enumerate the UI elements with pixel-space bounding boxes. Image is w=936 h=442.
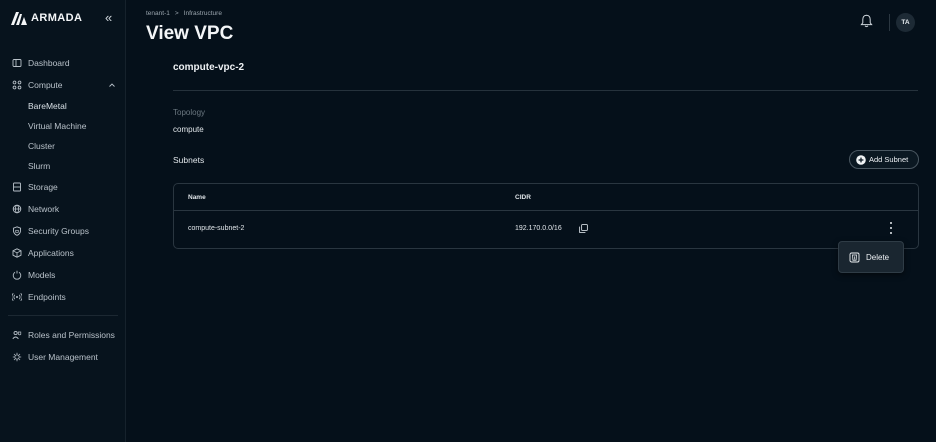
model-icon (12, 270, 22, 280)
sidebar-item-dashboard[interactable]: Dashboard (0, 52, 126, 74)
row-actions-kebab-icon[interactable] (887, 221, 895, 235)
roles-icon (12, 330, 22, 340)
sidebar-item-label: Storage (28, 182, 58, 192)
page-title: View VPC (146, 23, 234, 44)
shield-icon (12, 226, 22, 236)
cube-icon (12, 248, 22, 258)
row-actions-menu: Delete (838, 241, 904, 273)
sidebar-subitem-baremetal[interactable]: BareMetal (0, 96, 126, 116)
column-header-name[interactable]: Name (188, 194, 206, 201)
subnet-name-cell: compute-subnet-2 (188, 225, 245, 232)
sidebar-item-endpoints[interactable]: Endpoints (0, 286, 126, 308)
sidebar-subitem-cluster[interactable]: Cluster (0, 136, 126, 156)
bell-icon[interactable] (860, 14, 873, 28)
brand-name: ARMADA (31, 12, 83, 24)
dashboard-icon (12, 58, 22, 68)
breadcrumb-item-tenant[interactable]: tenant-1 (146, 10, 170, 17)
menu-item-label: Delete (866, 252, 890, 262)
sidebar-subitem-slurm[interactable]: Slurm (0, 156, 126, 176)
sidebar-item-roles-and-permissions[interactable]: Roles and Permissions (0, 324, 126, 346)
vpc-name: compute-vpc-2 (173, 62, 245, 73)
sidebar-item-label: Dashboard (28, 58, 70, 68)
breadcrumb-separator: > (174, 10, 179, 17)
sidebar-item-label: Network (28, 204, 60, 214)
storage-icon (12, 182, 22, 192)
sidebar-item-network[interactable]: Network (0, 198, 126, 220)
topology-value: compute (173, 125, 204, 134)
column-header-cidr[interactable]: CIDR (515, 194, 531, 201)
brand[interactable]: ARMADA (11, 11, 82, 25)
avatar[interactable]: TA (896, 13, 915, 32)
subnets-heading: Subnets (173, 155, 205, 165)
compute-icon (12, 80, 22, 90)
sidebar-nav: Dashboard Compute BareMetal Virtual Mach… (0, 52, 126, 368)
sidebar-item-applications[interactable]: Applications (0, 242, 126, 264)
sidebar-item-security-groups[interactable]: Security Groups (0, 220, 126, 242)
sidebar-item-label: Roles and Permissions (28, 330, 115, 340)
menu-item-delete[interactable]: Delete (839, 242, 903, 272)
copy-icon[interactable] (579, 224, 588, 233)
breadcrumb-item-infrastructure[interactable]: Infrastructure (184, 10, 222, 17)
armada-logo-icon (11, 11, 27, 25)
sidebar-item-label: Security Groups (28, 226, 89, 236)
subnet-cidr-cell: 192.170.0.0/16 (515, 225, 562, 232)
sidebar-item-models[interactable]: Models (0, 264, 126, 286)
add-subnet-label: Add Subnet (869, 155, 909, 164)
header-divider (889, 14, 890, 31)
trash-icon (849, 252, 860, 262)
sidebar-item-label: Models (28, 270, 56, 280)
content-divider (173, 90, 918, 91)
sidebar-item-label: User Management (28, 352, 98, 362)
topology-label: Topology (173, 108, 206, 117)
sidebar: ARMADA « Dashboard Compute BareMetal Vir… (0, 0, 126, 442)
plus-circle-icon (856, 154, 866, 165)
network-icon (12, 204, 22, 214)
add-subnet-button[interactable]: Add Subnet (849, 150, 919, 169)
sidebar-item-user-management[interactable]: User Management (0, 346, 126, 368)
endpoint-icon (12, 292, 22, 302)
user-management-icon (12, 352, 22, 362)
sidebar-item-compute[interactable]: Compute (0, 74, 126, 96)
sidebar-item-label: Compute (28, 80, 63, 90)
sidebar-divider (8, 315, 118, 316)
sidebar-subitem-virtual-machine[interactable]: Virtual Machine (0, 116, 126, 136)
collapse-sidebar-button[interactable]: « (105, 11, 112, 25)
sidebar-item-storage[interactable]: Storage (0, 176, 126, 198)
sidebar-item-label: Endpoints (28, 292, 66, 302)
table-header-divider (174, 210, 918, 211)
breadcrumb: tenant-1 > Infrastructure (146, 10, 222, 17)
subnets-table: Name CIDR compute-subnet-2 192.170.0.0/1… (173, 183, 919, 249)
sidebar-item-label: Applications (28, 248, 74, 258)
chevron-up-icon[interactable] (108, 81, 116, 89)
